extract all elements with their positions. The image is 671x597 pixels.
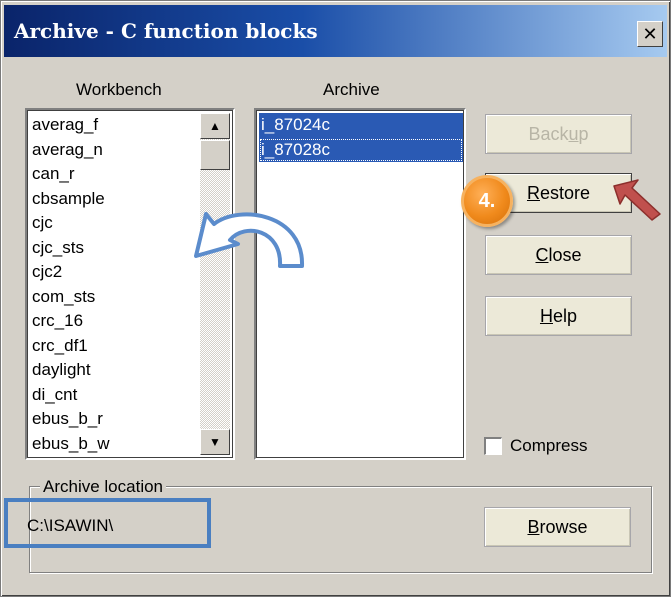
scroll-down-button[interactable]: ▼ — [200, 429, 230, 455]
backup-label: Backup — [528, 123, 589, 144]
list-item[interactable]: ebus_b_r — [30, 407, 110, 432]
close-icon: ✕ — [642, 23, 658, 45]
title-bar: Archive - C function blocks ✕ — [4, 5, 667, 57]
list-item[interactable]: cjc2 — [30, 260, 110, 285]
help-label: Help — [539, 305, 578, 326]
arrow-down-icon: ▼ — [209, 435, 221, 449]
arrow-up-icon: ▲ — [209, 119, 221, 133]
list-item[interactable]: averag_f — [30, 113, 110, 138]
list-item-selected[interactable]: i_87028c — [259, 137, 463, 162]
list-item[interactable]: ebus_b_w — [30, 432, 110, 457]
curved-arrow-icon — [194, 212, 305, 268]
list-item[interactable]: crc_df1 — [30, 334, 110, 359]
list-item[interactable]: averag_n — [30, 138, 110, 163]
scroll-thumb[interactable] — [200, 140, 230, 170]
help-button[interactable]: Help — [485, 296, 632, 336]
backup-button[interactable]: Backup — [485, 114, 632, 154]
browse-button[interactable]: Browse — [484, 507, 631, 547]
compress-checkbox[interactable] — [484, 437, 502, 455]
archive-label: Archive — [323, 80, 380, 99]
compress-label: Compress — [510, 436, 588, 455]
list-item[interactable]: cjc_sts — [30, 236, 110, 261]
close-window-button[interactable]: ✕ — [637, 21, 663, 47]
workbench-items: averag_f averag_n can_r cbsample cjc cjc… — [30, 113, 110, 456]
workbench-list[interactable]: averag_f averag_n can_r cbsample cjc cjc… — [25, 108, 235, 460]
pointer-arrow-icon — [613, 179, 661, 221]
close-button[interactable]: Close — [485, 235, 632, 275]
scroll-up-button[interactable]: ▲ — [200, 113, 230, 139]
archive-location-label: Archive location — [40, 477, 167, 497]
list-item[interactable]: cbsample — [30, 187, 110, 212]
list-item[interactable]: can_r — [30, 162, 110, 187]
list-item[interactable]: di_cnt — [30, 383, 110, 408]
workbench-scrollbar[interactable]: ▲ ▼ — [200, 113, 230, 455]
list-item[interactable]: crc_16 — [30, 309, 110, 334]
workbench-label: Workbench — [76, 80, 162, 99]
window-title: Archive - C function blocks — [14, 19, 318, 43]
close-label: Close — [535, 244, 582, 265]
archive-items: i_87024c i_87028c — [259, 113, 463, 162]
list-item[interactable]: daylight — [30, 358, 110, 383]
list-item[interactable]: cjc — [30, 211, 110, 236]
restore-label: Restore — [526, 182, 591, 203]
path-highlight-box — [4, 498, 211, 548]
browse-label: Browse — [527, 516, 588, 537]
list-item[interactable]: com_sts — [30, 285, 110, 310]
step-badge: 4. — [461, 175, 513, 227]
list-item-selected[interactable]: i_87024c — [259, 113, 463, 138]
archive-list[interactable]: i_87024c i_87028c — [254, 108, 466, 460]
